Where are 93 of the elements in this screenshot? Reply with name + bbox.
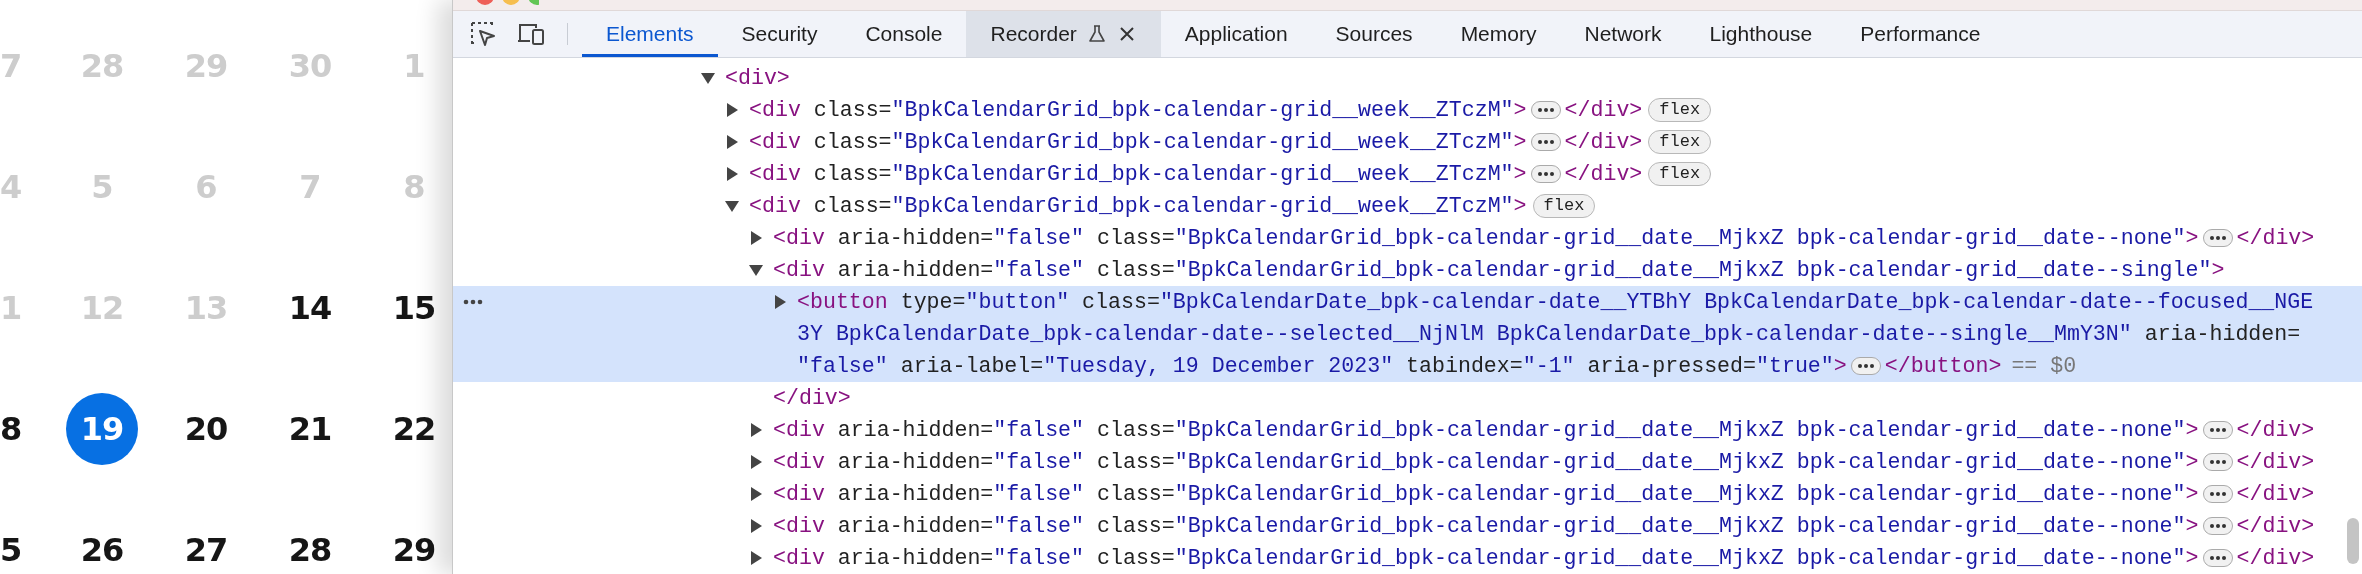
calendar-day[interactable]: 14 xyxy=(274,271,346,344)
calendar-day[interactable]: 22 xyxy=(378,392,450,465)
ellipsis-icon[interactable] xyxy=(2202,485,2233,504)
dom-node-row[interactable]: <div class="BpkCalendarGrid_bpk-calendar-grid__week__ZTczM"> flex xyxy=(453,190,2362,222)
collapse-arrow-icon[interactable] xyxy=(701,71,715,85)
expand-arrow-icon[interactable] xyxy=(749,519,763,533)
panel-tab[interactable]: Performance xyxy=(1836,11,2005,57)
collapse-arrow-icon[interactable] xyxy=(725,199,739,213)
calendar-day[interactable]: 28 xyxy=(274,513,346,574)
dom-node-row[interactable]: <div> xyxy=(453,62,2362,94)
closing-tag: </div> xyxy=(1564,98,1643,122)
dom-node-row[interactable]: </div> xyxy=(453,382,2362,414)
calendar-day[interactable]: 20 xyxy=(170,392,242,465)
calendar-day[interactable]: 27 xyxy=(170,513,242,574)
closing-tag: </div> xyxy=(2236,514,2315,538)
flex-badge[interactable]: flex xyxy=(1648,98,1712,122)
panel-tab[interactable]: Sources xyxy=(1311,11,1437,57)
dom-node-row[interactable]: <div class="BpkCalendarGrid_bpk-calendar-grid__week__ZTczM"> </div> flex xyxy=(453,126,2362,158)
dom-node-row[interactable]: <div aria-hidden="false" class="BpkCalendarGrid_bpk-calendar-grid__date__MjkxZ bpk-calendar-grid__date--none"> </div> xyxy=(453,446,2362,478)
dom-node-row[interactable] xyxy=(453,286,2362,382)
calendar-day[interactable]: 5 xyxy=(0,513,22,574)
expand-arrow-icon[interactable] xyxy=(749,455,763,469)
scrollbar-thumb[interactable] xyxy=(2347,518,2359,564)
flex-badge[interactable]: flex xyxy=(1532,194,1596,218)
dom-node-row[interactable]: <div aria-hidden="false" class="BpkCalendarGrid_bpk-calendar-grid__date__MjkxZ bpk-calendar-grid__date--none"> </div> xyxy=(453,510,2362,542)
ellipsis-icon[interactable] xyxy=(2202,421,2233,440)
more-options-icon[interactable] xyxy=(463,299,483,305)
closing-tag: </div> xyxy=(773,386,851,410)
calendar-day[interactable]: 21 xyxy=(274,392,346,465)
html-tag: <div aria-hidden="false" class="BpkCalendarGrid_bpk-calendar-grid__date__MjkxZ bpk-calendar-grid__date--none"> xyxy=(773,450,2199,474)
html-tag-line: "false" aria-label="Tuesday, 19 December 2023" tabindex="-1" aria-pressed="true"> xyxy=(797,354,1847,378)
html-tag: <div aria-hidden="false" class="BpkCalendarGrid_bpk-calendar-grid__date__MjkxZ bpk-calendar-grid__date--none"> xyxy=(773,482,2199,506)
closing-tag: </div> xyxy=(2236,418,2315,442)
dom-node-row[interactable]: <div aria-hidden="false" class="BpkCalendarGrid_bpk-calendar-grid__date__MjkxZ bpk-calendar-grid__date--none"> </div> xyxy=(453,542,2362,574)
html-tag: <div aria-hidden="false" class="BpkCalendarGrid_bpk-calendar-grid__date__MjkxZ bpk-calendar-grid__date--single"> xyxy=(773,258,2225,282)
html-tag: <div class="BpkCalendarGrid_bpk-calendar-grid__week__ZTczM"> xyxy=(749,130,1527,154)
calendar-day[interactable]: 29 xyxy=(378,513,450,574)
expand-arrow-icon[interactable] xyxy=(773,295,787,309)
dom-node-row[interactable]: <div aria-hidden="false" class="BpkCalendarGrid_bpk-calendar-grid__date__MjkxZ bpk-calendar-grid__date--single"> xyxy=(453,254,2362,286)
html-tag-line: 3Y BpkCalendarDate_bpk-calendar-date--selected__NjNlM BpkCalendarDate_bpk-calendar-date--single__MmY3N" aria-hidden= xyxy=(797,321,2301,348)
ellipsis-icon[interactable] xyxy=(1530,133,1561,152)
closing-tag: </div> xyxy=(1564,130,1643,154)
closing-tag: </div> xyxy=(2236,450,2315,474)
html-tag: <div class="BpkCalendarGrid_bpk-calendar-grid__week__ZTczM"> xyxy=(749,98,1527,122)
panel-tab[interactable]: Console xyxy=(841,11,967,57)
collapse-arrow-icon[interactable] xyxy=(749,263,763,277)
html-tag-line: <button type="button" class="BpkCalendarDate_bpk-calendar-date__YTBhY BpkCalendarDate_bpk-calendar-date--focused__NGE xyxy=(797,289,2314,316)
closing-tag: </div> xyxy=(2236,546,2315,570)
dom-node-row[interactable]: <div aria-hidden="false" class="BpkCalendarGrid_bpk-calendar-grid__date__MjkxZ bpk-calendar-grid__date--none"> </div> xyxy=(453,222,2362,254)
dom-node-row[interactable]: <div aria-hidden="false" class="BpkCalendarGrid_bpk-calendar-grid__date__MjkxZ bpk-calendar-grid__date--none"> </div> xyxy=(453,478,2362,510)
html-tag: <div class="BpkCalendarGrid_bpk-calendar-grid__week__ZTczM"> xyxy=(749,162,1527,186)
dom-node-row[interactable]: <div class="BpkCalendarGrid_bpk-calendar-grid__week__ZTczM"> </div> flex xyxy=(453,158,2362,190)
html-tag: <div aria-hidden="false" class="BpkCalendarGrid_bpk-calendar-grid__date__MjkxZ bpk-calendar-grid__date--none"> xyxy=(773,546,2199,570)
calendar-day[interactable]: 26 xyxy=(66,513,138,574)
html-tag: <div aria-hidden="false" class="BpkCalendarGrid_bpk-calendar-grid__date__MjkxZ bpk-calendar-grid__date--none"> xyxy=(773,226,2199,250)
ellipsis-icon[interactable] xyxy=(1530,101,1561,120)
panel-tab[interactable]: Security xyxy=(717,11,842,57)
panel-tab[interactable]: Memory xyxy=(1436,11,1561,57)
closing-tag: </div> xyxy=(2236,482,2315,506)
calendar-day[interactable]: 19 xyxy=(66,392,138,465)
expand-arrow-icon[interactable] xyxy=(749,551,763,565)
html-tag: <div class="BpkCalendarGrid_bpk-calendar-grid__week__ZTczM"> xyxy=(749,194,1527,218)
expand-arrow-icon[interactable] xyxy=(725,135,739,149)
expand-arrow-icon[interactable] xyxy=(725,103,739,117)
html-tag: <div aria-hidden="false" class="BpkCalendarGrid_bpk-calendar-grid__date__MjkxZ bpk-calendar-grid__date--none"> xyxy=(773,514,2199,538)
ellipsis-icon[interactable] xyxy=(2202,229,2233,248)
window-controls-icon[interactable] xyxy=(475,0,539,6)
expand-arrow-icon[interactable] xyxy=(725,167,739,181)
closing-tag: </div> xyxy=(2236,226,2315,250)
closing-tag: </div> xyxy=(1564,162,1643,186)
panel-tab[interactable]: Application xyxy=(1160,11,1312,57)
panel-tab[interactable]: Elements xyxy=(582,11,718,57)
html-tag: <div aria-hidden="false" class="BpkCalendarGrid_bpk-calendar-grid__date__MjkxZ bpk-calendar-grid__date--none"> xyxy=(773,418,2199,442)
panel-tab[interactable]: Lighthouse xyxy=(1685,11,1837,57)
calendar-day[interactable]: 8 xyxy=(0,392,22,465)
panel-tab[interactable]: Network xyxy=(1560,11,1686,57)
flex-badge[interactable]: flex xyxy=(1648,162,1712,186)
expand-arrow-icon[interactable] xyxy=(749,423,763,437)
closing-tag: </button> xyxy=(1884,354,2002,378)
ellipsis-icon[interactable] xyxy=(2202,453,2233,472)
flex-badge[interactable]: flex xyxy=(1648,130,1712,154)
ellipsis-icon[interactable] xyxy=(1530,165,1561,184)
ellipsis-icon[interactable] xyxy=(1850,357,1881,376)
expand-arrow-icon[interactable] xyxy=(749,231,763,245)
html-tag: <div> xyxy=(725,66,790,90)
console-reference: == $0 xyxy=(2011,354,2077,378)
calendar-day[interactable]: 15 xyxy=(378,271,450,344)
ellipsis-icon[interactable] xyxy=(2202,517,2233,536)
dom-node-row[interactable]: <div aria-hidden="false" class="BpkCalendarGrid_bpk-calendar-grid__date__MjkxZ bpk-calendar-grid__date--none"> </div> xyxy=(453,414,2362,446)
expand-arrow-icon[interactable] xyxy=(749,487,763,501)
panel-tab[interactable]: Recorder xyxy=(966,11,1161,57)
ellipsis-icon[interactable] xyxy=(2202,549,2233,568)
dom-node-row[interactable]: <div class="BpkCalendarGrid_bpk-calendar-grid__week__ZTczM"> </div> flex xyxy=(453,94,2362,126)
